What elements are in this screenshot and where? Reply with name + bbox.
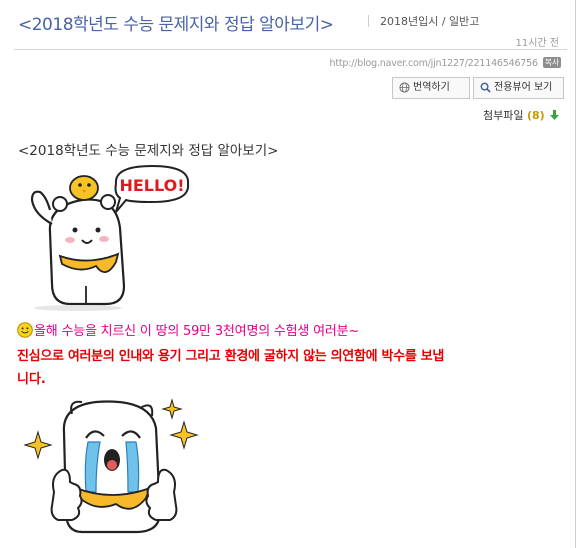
message-line-1: 올해 수능을 치르신 이 땅의 59만 3천여명의 수험생 여러분~	[17, 320, 359, 339]
message-line-2: 진심으로 여러분의 인내와 용기 그리고 환경에 굴하지 않는 의연함에 박수를…	[17, 349, 445, 364]
post-header-title[interactable]: <2018학년도 수능 문제지와 정답 알아보기>	[18, 10, 334, 35]
attachment-toggle[interactable]: 첨부파일 (8)	[483, 107, 560, 123]
attachment-label: 첨부파일	[483, 109, 524, 122]
message-line-3: 니다.	[17, 372, 46, 387]
viewer-label: 전용뷰어 보기	[494, 82, 553, 93]
attachment-count: (8)	[526, 109, 545, 122]
post-category[interactable]: 2018년입시 / 일반고	[380, 13, 479, 29]
smiley-icon	[17, 322, 33, 338]
translate-label: 번역하기	[413, 82, 450, 93]
hello-bubble-text: HELLO!	[119, 176, 184, 195]
header-divider	[14, 49, 567, 50]
crying-bear-sticker	[24, 398, 199, 534]
hello-bear-sticker: HELLO!	[30, 164, 190, 311]
copy-url-button[interactable]: 복사	[542, 57, 561, 68]
post-url: http://blog.naver.com/jjn1227/2211465467…	[330, 57, 561, 69]
download-arrow-icon	[550, 110, 560, 120]
post-url-text[interactable]: http://blog.naver.com/jjn1227/2211465467…	[330, 58, 538, 69]
search-icon	[480, 82, 491, 93]
header-separator	[368, 15, 369, 27]
post-frame: <2018학년도 수능 문제지와 정답 알아보기> 2018년입시 / 일반고 …	[0, 0, 576, 548]
message-line-1-text: 올해 수능을 치르신 이 땅의 59만 3천여명의 수험생 여러분~	[34, 324, 360, 339]
post-time: 11시간 전	[515, 38, 559, 49]
post-title: <2018학년도 수능 문제지와 정답 알아보기>	[18, 143, 279, 159]
viewer-button[interactable]: 전용뷰어 보기	[473, 77, 564, 99]
translate-button[interactable]: 번역하기	[392, 77, 470, 99]
globe-icon	[399, 82, 410, 93]
